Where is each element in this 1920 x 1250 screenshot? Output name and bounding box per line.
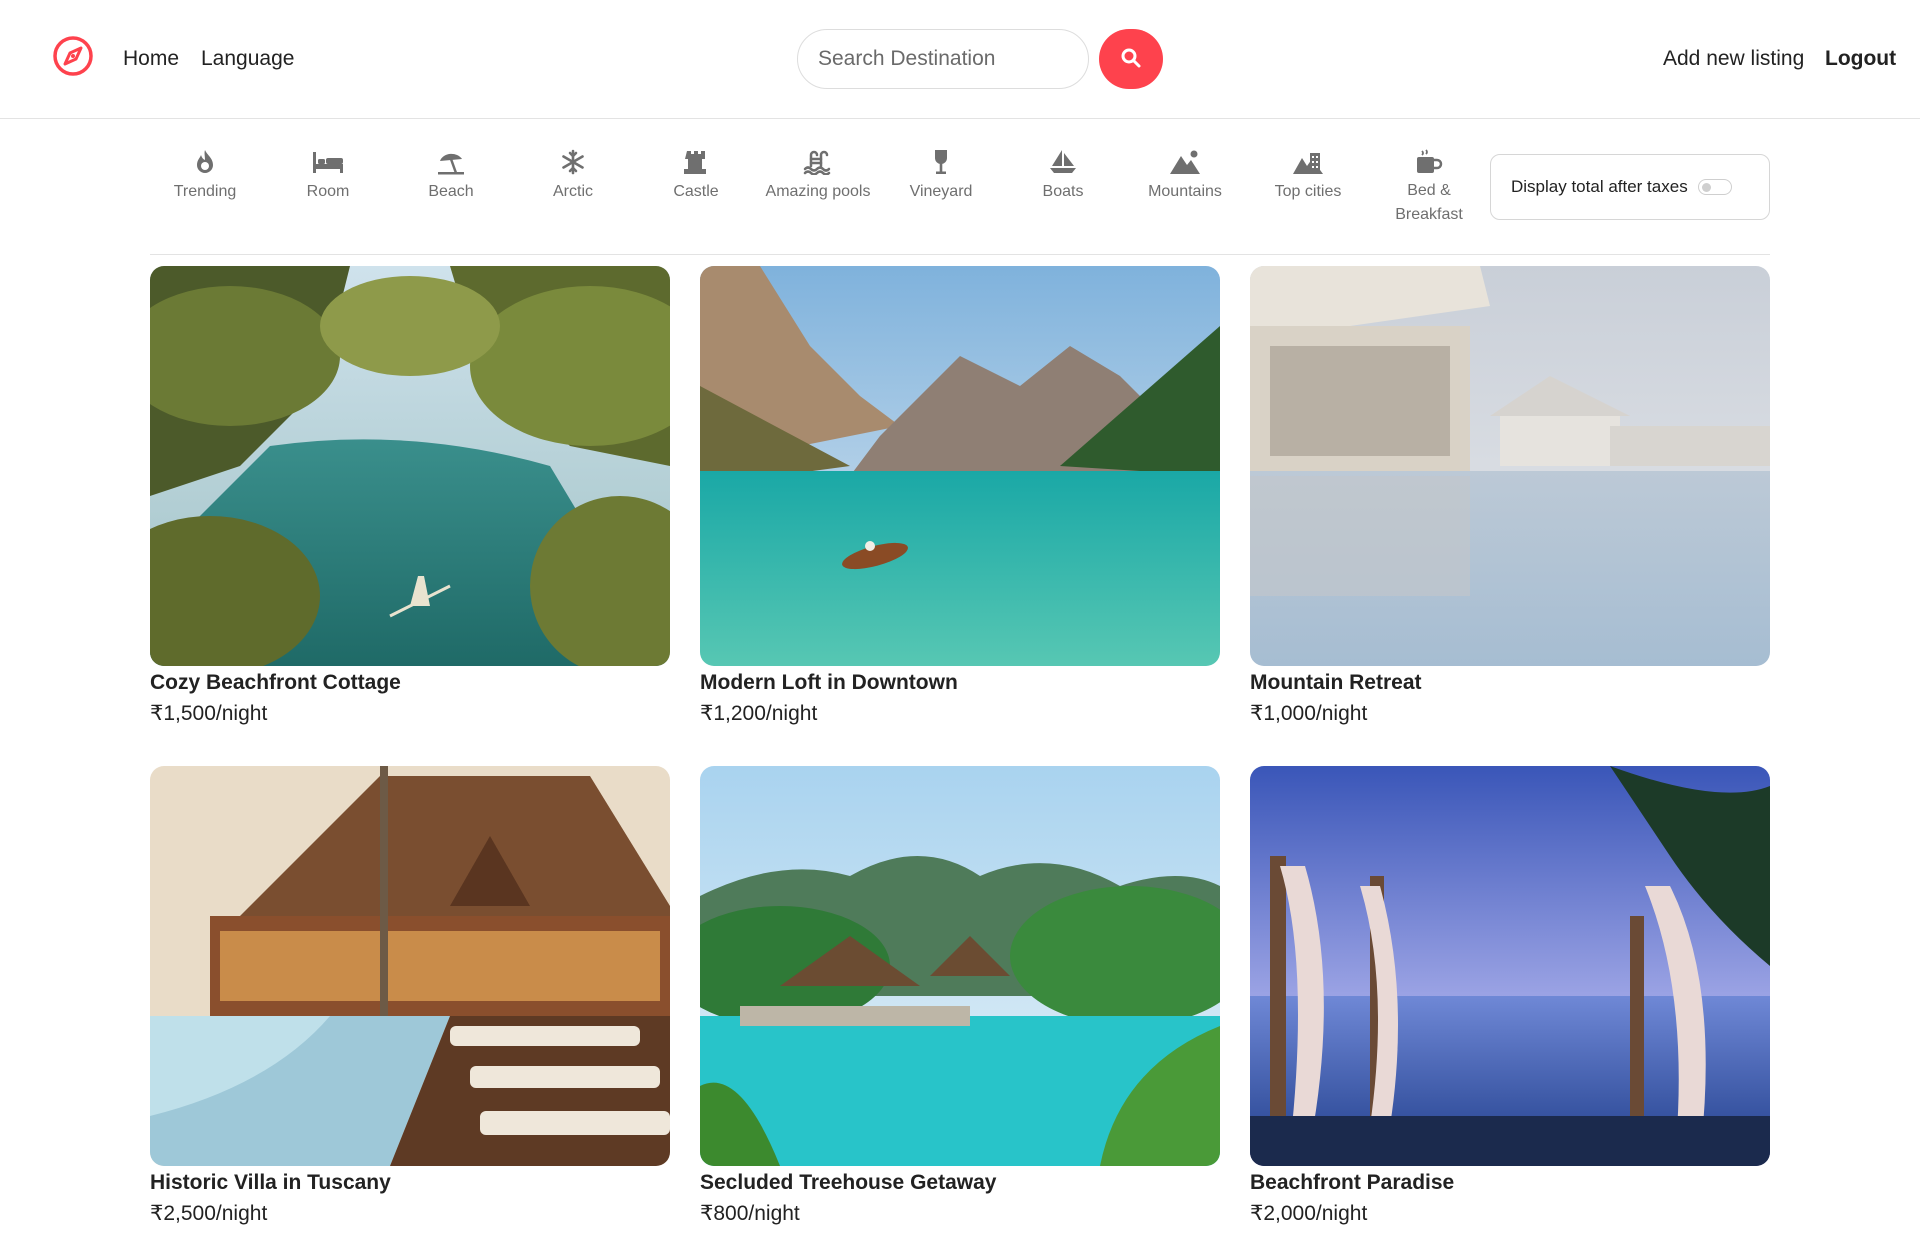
listing-price: ₹1,000/night (1250, 702, 1368, 725)
filter-mountains[interactable]: Mountains (1124, 147, 1246, 227)
search-input[interactable] (797, 29, 1089, 89)
add-new-listing-link[interactable]: Add new listing (1663, 46, 1804, 72)
listing-price: ₹1,200/night (700, 702, 818, 725)
filter-amazing-pools[interactable]: Amazing pools (757, 147, 879, 227)
filter-label: Vineyard (909, 183, 973, 200)
listing-card[interactable]: Mountain Retreat ₹1,000/night (1250, 266, 1770, 736)
search-button[interactable] (1099, 29, 1163, 89)
tax-toggle-label: Display total after taxes (1511, 177, 1688, 196)
search-icon (1120, 47, 1142, 72)
listing-title: Cozy Beachfront Cottage (150, 671, 401, 694)
filter-label: Mountains (1148, 183, 1222, 200)
listing-title: Secluded Treehouse Getaway (700, 1171, 997, 1194)
listing-price: ₹800/night (700, 1202, 800, 1225)
nav-home-link[interactable]: Home (123, 46, 179, 72)
mountain-icon (1169, 147, 1201, 177)
listing-card[interactable]: Cozy Beachfront Cottage ₹1,500/night (150, 266, 670, 736)
listing-image (1250, 266, 1770, 666)
listing-title: Modern Loft in Downtown (700, 671, 958, 694)
filter-label: Top cities (1274, 183, 1342, 200)
castle-icon (680, 147, 712, 177)
filter-arctic[interactable]: Arctic (512, 147, 634, 227)
mug-icon (1413, 147, 1445, 176)
filter-boats[interactable]: Boats (1002, 147, 1124, 227)
top-navbar: Home Language Add new listing Logout (0, 0, 1920, 119)
pool-icon (802, 147, 834, 177)
filter-label: Amazing pools (765, 183, 871, 200)
compass-icon[interactable] (52, 35, 94, 77)
listing-price: ₹1,500/night (150, 702, 268, 725)
filter-vineyard[interactable]: Vineyard (880, 147, 1002, 227)
listing-image (150, 266, 670, 666)
listing-title: Beachfront Paradise (1250, 1171, 1455, 1194)
listing-title: Mountain Retreat (1250, 671, 1422, 694)
filter-castle[interactable]: Castle (635, 147, 757, 227)
filter-label: Boats (1042, 183, 1084, 200)
listing-price: ₹2,500/night (150, 1202, 268, 1225)
listing-card[interactable]: Historic Villa in Tuscany ₹2,500/night (150, 766, 670, 1236)
listing-price: ₹2,000/night (1250, 1202, 1368, 1225)
listing-image (700, 766, 1220, 1166)
bed-icon (312, 147, 344, 177)
filter-bed-and-breakfast[interactable]: Bed & Breakfast (1389, 147, 1469, 227)
filter-label: Arctic (553, 183, 593, 200)
city-icon (1292, 147, 1324, 177)
filter-label: Room (306, 183, 350, 200)
filter-label: Bed & Breakfast (1395, 182, 1463, 223)
fire-icon (189, 147, 221, 177)
umbrella-icon (435, 147, 467, 177)
filter-label: Trending (173, 183, 237, 200)
listing-card[interactable]: Beachfront Paradise ₹2,000/night (1250, 766, 1770, 1236)
listing-card[interactable]: Secluded Treehouse Getaway ₹800/night (700, 766, 1220, 1236)
filter-room[interactable]: Room (267, 147, 389, 227)
filter-trending[interactable]: Trending (144, 147, 266, 227)
filter-top-cities[interactable]: Top cities (1247, 147, 1369, 227)
tax-switch[interactable] (1697, 179, 1732, 195)
listing-card[interactable]: Modern Loft in Downtown ₹1,200/night (700, 266, 1220, 736)
filter-label: Castle (673, 183, 719, 200)
snowflake-icon (557, 147, 589, 177)
filter-beach[interactable]: Beach (390, 147, 512, 227)
nav-language-link[interactable]: Language (201, 46, 294, 72)
listing-image (1250, 766, 1770, 1166)
filter-label: Beach (428, 183, 474, 200)
listing-image (150, 766, 670, 1166)
listing-image (700, 266, 1220, 666)
logout-link[interactable]: Logout (1825, 46, 1896, 72)
listing-title: Historic Villa in Tuscany (150, 1171, 391, 1194)
divider (150, 254, 1770, 255)
sailboat-icon (1047, 147, 1079, 177)
wine-glass-icon (925, 147, 957, 177)
tax-toggle[interactable]: Display total after taxes (1490, 154, 1770, 220)
switch-knob (1701, 183, 1711, 192)
